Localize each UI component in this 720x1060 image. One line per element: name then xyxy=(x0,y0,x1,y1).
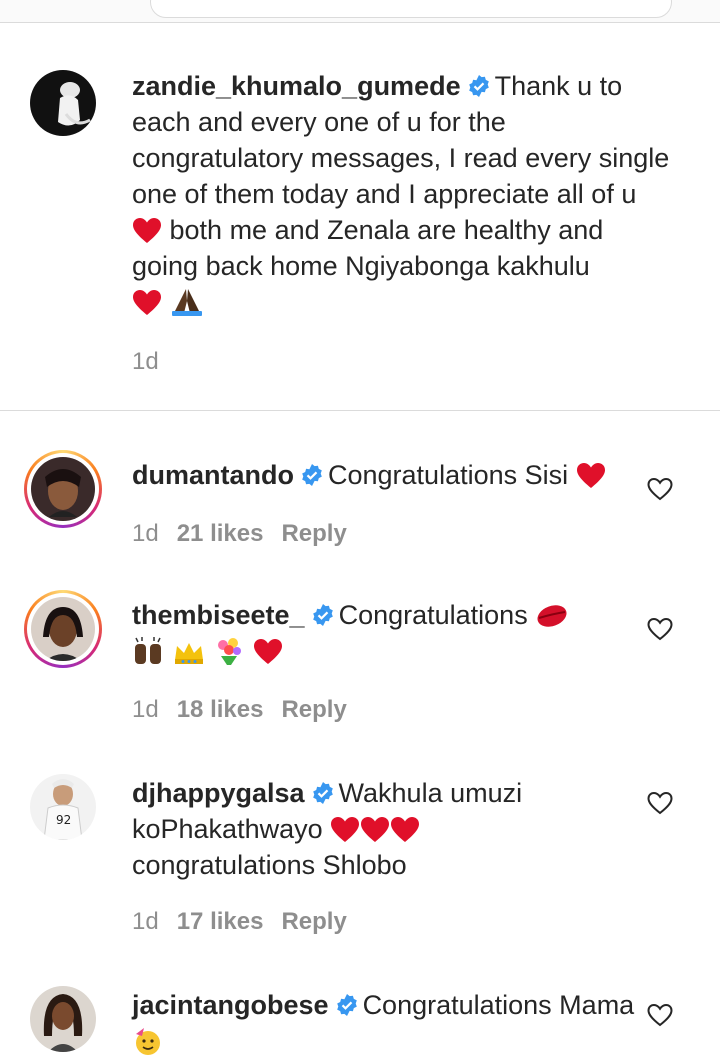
comment-body: Congratulations Mama xyxy=(362,990,635,1020)
comment-meta: 1d 17 likes Reply xyxy=(132,908,347,936)
crown-emoji xyxy=(174,643,203,664)
comment-username[interactable]: thembiseete_ xyxy=(132,600,305,630)
party-face-emoji xyxy=(136,1028,160,1055)
bouquet-emoji xyxy=(218,638,242,665)
svg-text:92: 92 xyxy=(56,813,71,827)
heart-emoji xyxy=(253,639,282,664)
comment-likes[interactable]: 21 likes xyxy=(177,520,264,548)
caption-time: 1d xyxy=(132,348,159,375)
caption-username[interactable]: zandie_khumalo_gumede xyxy=(132,71,461,101)
comment-username[interactable]: jacintangobese xyxy=(132,990,329,1020)
heart-emoji xyxy=(576,463,605,488)
comment-avatar[interactable]: 92 xyxy=(30,774,96,840)
comment-time: 1d xyxy=(132,696,159,723)
heart-outline-icon[interactable] xyxy=(646,1001,674,1029)
comment-text: djhappygalsa Wakhula umuzi koPhakathwayo … xyxy=(132,775,672,883)
heart-outline-icon[interactable] xyxy=(646,475,674,503)
comment-avatar[interactable] xyxy=(30,986,96,1052)
heart-emoji xyxy=(331,817,360,842)
comment-username[interactable]: djhappygalsa xyxy=(132,778,305,808)
comment-username[interactable]: dumantando xyxy=(132,460,294,490)
comment-likes[interactable]: 18 likes xyxy=(177,696,264,724)
caption-meta: 1d xyxy=(132,348,159,376)
search-bar[interactable] xyxy=(150,0,672,18)
verified-badge-icon xyxy=(336,994,357,1016)
comment-time: 1d xyxy=(132,908,159,935)
heart-emoji xyxy=(391,817,420,842)
avatar-photo xyxy=(31,597,95,661)
raised-hands-emoji xyxy=(135,637,161,664)
avatar-photo xyxy=(31,457,95,521)
comment-avatar[interactable] xyxy=(24,450,102,528)
comment-body-continued: congratulations Shlobo xyxy=(132,850,407,880)
comment-avatar[interactable] xyxy=(24,590,102,668)
comment-meta: 1d 18 likes Reply xyxy=(132,696,347,724)
comment-time: 1d xyxy=(132,520,159,547)
caption-body-continued: both me and Zenala are healthy and going… xyxy=(132,215,604,281)
comment-meta: 1d 21 likes Reply xyxy=(132,520,347,548)
verified-badge-icon xyxy=(302,464,322,486)
avatar-photo: 92 xyxy=(30,774,96,840)
reply-button[interactable]: Reply xyxy=(281,696,346,724)
caption-text: zandie_khumalo_gumede Thank u to each and… xyxy=(132,68,672,320)
heart-outline-icon[interactable] xyxy=(646,615,674,643)
verified-badge-icon xyxy=(468,75,489,97)
verified-badge-icon xyxy=(312,604,333,626)
comment-body: Congratulations Sisi xyxy=(328,460,576,490)
post-caption: zandie_khumalo_gumede Thank u to each and… xyxy=(0,22,720,411)
heart-emoji xyxy=(133,290,161,315)
heart-emoji xyxy=(361,817,390,842)
comment-text: jacintangobese Congratulations Mama xyxy=(132,987,672,1059)
avatar-photo xyxy=(30,70,96,136)
avatar-photo xyxy=(30,986,96,1052)
kiss-emoji xyxy=(537,605,567,627)
comment-text: dumantando Congratulations Sisi xyxy=(132,457,672,493)
reply-button[interactable]: Reply xyxy=(281,520,346,548)
praying-hands-emoji xyxy=(171,289,202,316)
comment-text: thembiseete_ Congratulations xyxy=(132,597,672,669)
verified-badge-icon xyxy=(312,782,333,804)
reply-button[interactable]: Reply xyxy=(281,908,346,936)
heart-outline-icon[interactable] xyxy=(646,789,674,817)
comment-body: Congratulations xyxy=(338,600,536,630)
heart-emoji xyxy=(133,218,161,243)
caption-author-avatar[interactable] xyxy=(30,70,96,136)
comment-likes[interactable]: 17 likes xyxy=(177,908,264,936)
top-bar xyxy=(0,0,720,23)
